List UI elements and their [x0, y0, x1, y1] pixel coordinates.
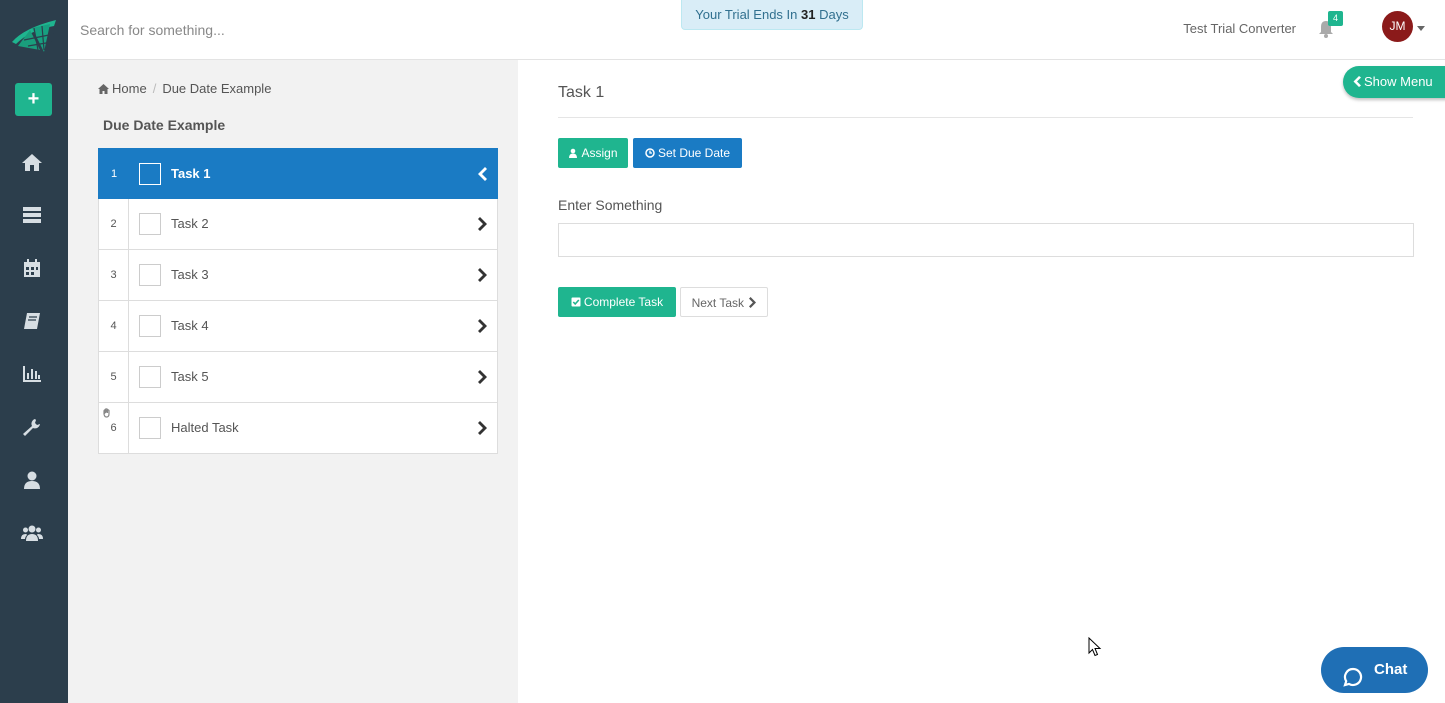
home-icon: [98, 82, 109, 94]
next-task-label: Next Task: [691, 296, 745, 310]
task-number: 5: [99, 352, 129, 402]
checklist-title: Due Date Example: [103, 117, 226, 133]
next-task-button[interactable]: Next Task: [680, 287, 768, 317]
chevron-right-icon: [478, 268, 487, 282]
chevron-right-icon: [749, 297, 757, 308]
caret-down-icon[interactable]: [1417, 26, 1425, 31]
task-number: 4: [99, 301, 129, 351]
search-input[interactable]: [80, 20, 460, 40]
avatar[interactable]: JM: [1382, 11, 1413, 42]
task-label: Halted Task: [171, 420, 239, 435]
chat-bubble-icon: [1343, 660, 1363, 687]
server-icon[interactable]: [21, 205, 43, 225]
wrench-icon[interactable]: [21, 417, 43, 437]
chat-button[interactable]: Chat: [1321, 647, 1428, 693]
chevron-right-icon: [478, 421, 487, 435]
chevron-left-icon: [478, 167, 487, 181]
assign-label: Assign: [581, 146, 618, 160]
task-title: Task 1: [558, 84, 605, 101]
add-button[interactable]: +: [15, 83, 52, 116]
task-checkbox[interactable]: [139, 213, 161, 235]
task-row[interactable]: 5 Task 5: [98, 352, 498, 403]
left-nav-rail: +: [0, 0, 68, 703]
check-square-icon: [571, 297, 581, 307]
task-label: Task 1: [171, 166, 211, 181]
home-icon[interactable]: [21, 152, 43, 172]
notification-badge: 4: [1328, 11, 1343, 26]
hand-stop-icon: [102, 405, 112, 418]
calendar-icon[interactable]: [21, 258, 43, 278]
trial-banner: Your Trial Ends In 31 Days: [681, 0, 863, 30]
org-name[interactable]: Test Trial Converter: [1183, 21, 1296, 36]
breadcrumb-current: Due Date Example: [162, 81, 272, 96]
checklist-panel: Home / Due Date Example Due Date Example 1…: [68, 60, 518, 703]
task-label: Task 2: [171, 216, 209, 231]
chevron-left-icon: [1353, 76, 1361, 87]
show-menu-label: Show Menu: [1364, 74, 1433, 89]
breadcrumb-separator: /: [152, 81, 157, 96]
users-icon[interactable]: [21, 523, 43, 543]
task-number: 2: [99, 199, 129, 249]
complete-task-label: Complete Task: [583, 295, 664, 309]
task-checkbox[interactable]: [139, 163, 161, 185]
show-menu-button[interactable]: Show Menu: [1343, 66, 1445, 98]
form-field-label: Enter Something: [558, 197, 663, 213]
chat-label: Chat: [1374, 661, 1408, 678]
task-label: Task 3: [171, 267, 209, 282]
task-row[interactable]: 1 Task 1: [98, 148, 498, 199]
task-checkbox[interactable]: [139, 264, 161, 286]
divider: [558, 117, 1413, 118]
trial-days: 31: [801, 7, 816, 22]
task-label: Task 5: [171, 369, 209, 384]
task-row[interactable]: 4 Task 4: [98, 301, 498, 352]
complete-task-button[interactable]: Complete Task: [558, 287, 676, 317]
set-due-date-label: Set Due Date: [657, 146, 731, 160]
book-icon[interactable]: [21, 311, 43, 331]
enter-something-field[interactable]: [558, 223, 1414, 257]
chevron-right-icon: [478, 217, 487, 231]
user-icon[interactable]: [21, 470, 43, 490]
trial-suffix: Days: [819, 7, 849, 22]
clock-icon: [645, 148, 655, 158]
top-header: Your Trial Ends In 31 Days Test Trial Co…: [68, 0, 1445, 60]
task-number: 3: [99, 250, 129, 300]
breadcrumb: Home / Due Date Example: [98, 81, 271, 96]
chevron-right-icon: [478, 319, 487, 333]
task-number: 1: [110, 168, 118, 180]
assign-button[interactable]: Assign: [558, 138, 628, 168]
task-label: Task 4: [171, 318, 209, 333]
task-row[interactable]: 3 Task 3: [98, 250, 498, 301]
chevron-right-icon: [478, 370, 487, 384]
breadcrumb-home[interactable]: Home: [112, 81, 147, 96]
logo-icon[interactable]: [10, 16, 58, 54]
user-icon: [569, 148, 578, 158]
bar-chart-icon[interactable]: [21, 364, 43, 384]
task-list: 1 Task 1 2 Task 2 3 Task 3 4 Task 4 5 Ta…: [98, 148, 498, 454]
task-row[interactable]: 6 Halted Task: [98, 403, 498, 454]
task-row[interactable]: 2 Task 2: [98, 199, 498, 250]
task-checkbox[interactable]: [139, 315, 161, 337]
task-checkbox[interactable]: [139, 366, 161, 388]
trial-prefix: Your Trial Ends In: [695, 7, 798, 22]
set-due-date-button[interactable]: Set Due Date: [633, 138, 742, 168]
task-checkbox[interactable]: [139, 417, 161, 439]
mouse-pointer-icon: [1088, 636, 1102, 657]
